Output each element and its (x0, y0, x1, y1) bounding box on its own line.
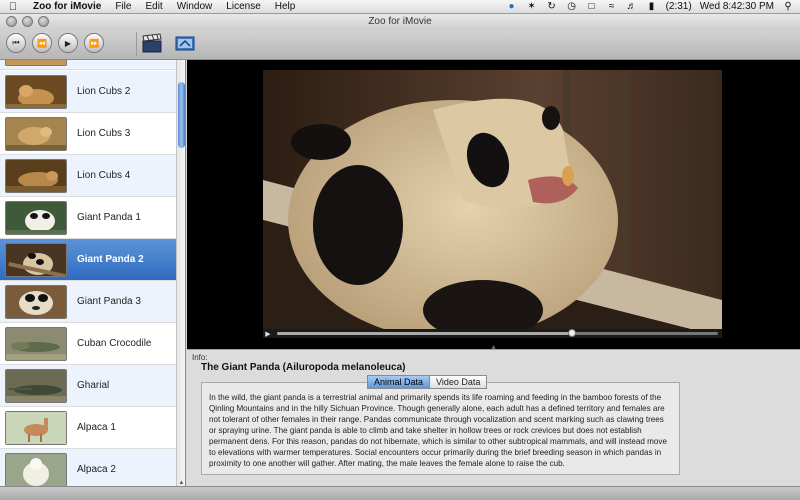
list-item[interactable]: Giant Panda 3 (0, 281, 176, 323)
controller-play-icon[interactable]: ▶ (263, 330, 273, 338)
app-window: Zoo for iMovie ⏮ ⏪ ▶ ⏩ Lion Cubs 2 Lion … (0, 14, 800, 500)
split-view-grip-icon[interactable]: ▲ (490, 344, 497, 351)
tab-video-data[interactable]: Video Data (430, 375, 488, 389)
animal-description: In the wild, the giant panda is a terres… (209, 393, 667, 468)
fast-forward-button[interactable]: ⏩ (84, 33, 104, 53)
menu-edit[interactable]: Edit (138, 1, 169, 12)
rewind-icon: ⏪ (37, 38, 47, 48)
menu-file[interactable]: File (108, 1, 138, 12)
play-icon: ▶ (64, 38, 72, 48)
clip-thumbnail (5, 452, 67, 487)
clip-label: Alpaca 1 (77, 422, 116, 433)
clip-thumbnail (5, 242, 67, 277)
battery-time: (2:31) (665, 1, 692, 12)
clapperboard-icon[interactable] (141, 33, 163, 53)
clip-thumbnail (5, 74, 67, 109)
clip-label: Giant Panda 1 (77, 212, 141, 223)
window-title: Zoo for iMovie (368, 16, 432, 27)
clip-list-scrollbar[interactable]: ▲ ▼ (176, 60, 185, 500)
tab-animal-data[interactable]: Animal Data (367, 375, 431, 389)
menu-license[interactable]: License (219, 1, 267, 12)
export-to-imovie-icon[interactable] (174, 33, 196, 53)
info-panel: ▲ Info: The Giant Panda (Ailuropoda mela… (187, 344, 800, 500)
list-item[interactable]: Alpaca 1 (0, 407, 176, 449)
menubar-clock[interactable]: Wed 8:42:30 PM (700, 1, 774, 12)
playback-progress (277, 332, 573, 335)
menu-help[interactable]: Help (268, 1, 303, 12)
list-item[interactable]: Giant Panda 1 (0, 197, 176, 239)
clip-thumbnail (5, 284, 67, 319)
clip-thumbnail (5, 410, 67, 445)
rewind-button[interactable]: ⏪ (32, 33, 52, 53)
list-item[interactable]: Cuban Crocodile (0, 323, 176, 365)
clip-label: Gharial (77, 380, 110, 391)
display-icon[interactable]: □ (586, 1, 598, 12)
clip-label: Lion Cubs 4 (77, 170, 131, 181)
menu-bar:  Zoo for iMovie File Edit Window Licens… (0, 0, 800, 14)
clip-thumbnail (5, 368, 67, 403)
list-item[interactable] (0, 60, 176, 70)
volume-icon[interactable]: ♬ (626, 1, 638, 12)
clip-thumbnail (5, 116, 67, 151)
clip-thumbnail (5, 158, 67, 193)
species-title: The Giant Panda (Ailuropoda melanoleuca) (201, 362, 406, 373)
clip-label: Lion Cubs 3 (77, 128, 131, 139)
list-item-selected[interactable]: Giant Panda 2 (0, 239, 176, 281)
clip-label: Alpaca 2 (77, 464, 116, 475)
sync-icon[interactable]: ↻ (546, 1, 558, 12)
list-item[interactable]: Alpaca 2 (0, 449, 176, 491)
clip-thumbnail (5, 60, 67, 66)
battery-icon[interactable]: ▮ (646, 1, 658, 12)
scrollbar-thumb[interactable] (178, 82, 185, 148)
video-preview[interactable] (263, 70, 722, 337)
clip-label: Giant Panda 3 (77, 296, 141, 307)
wifi-icon[interactable]: ≈ (606, 1, 618, 12)
time-machine-icon[interactable]: ◷ (566, 1, 578, 12)
clip-list-panel: Lion Cubs 2 Lion Cubs 3 Lion Cubs 4 Gian… (0, 60, 186, 500)
toolbar-separator (136, 32, 137, 56)
clip-label: Lion Cubs 2 (77, 86, 131, 97)
playhead[interactable] (568, 329, 577, 337)
fast-forward-icon: ⏩ (89, 38, 99, 48)
bluetooth-icon[interactable]: ✶ (526, 1, 538, 12)
toolbar: ⏮ ⏪ ▶ ⏩ (0, 30, 800, 60)
menu-window[interactable]: Window (170, 1, 220, 12)
window-bottom-bar (0, 486, 800, 500)
clip-thumbnail (5, 326, 67, 361)
app-menu[interactable]: Zoo for iMovie (26, 1, 108, 12)
clip-label: Giant Panda 2 (77, 254, 144, 265)
playback-slider[interactable] (277, 329, 718, 337)
preview-area: ▶ ▲ Info: The Giant Panda (Ailuropoda me… (187, 60, 800, 500)
skip-back-icon: ⏮ (12, 38, 20, 47)
title-bar[interactable]: Zoo for iMovie (0, 14, 800, 30)
globe-icon[interactable]: ● (506, 1, 518, 12)
list-item[interactable]: Lion Cubs 4 (0, 155, 176, 197)
list-item[interactable]: Gharial (0, 365, 176, 407)
clip-label: Cuban Crocodile (77, 338, 152, 349)
apple-menu-icon[interactable]:  (0, 1, 26, 13)
description-box: In the wild, the giant panda is a terres… (201, 382, 680, 475)
list-item[interactable]: Lion Cubs 2 (0, 71, 176, 113)
list-item[interactable]: Lion Cubs 3 (0, 113, 176, 155)
movie-controller: ▶ (263, 329, 722, 338)
spotlight-search-icon[interactable]: ⚲ (782, 1, 794, 12)
info-tabs: Animal Data Video Data (367, 375, 488, 389)
skip-back-button[interactable]: ⏮ (6, 33, 26, 53)
info-caption: Info: (192, 353, 208, 362)
play-button[interactable]: ▶ (58, 33, 78, 53)
clip-thumbnail (5, 200, 67, 235)
